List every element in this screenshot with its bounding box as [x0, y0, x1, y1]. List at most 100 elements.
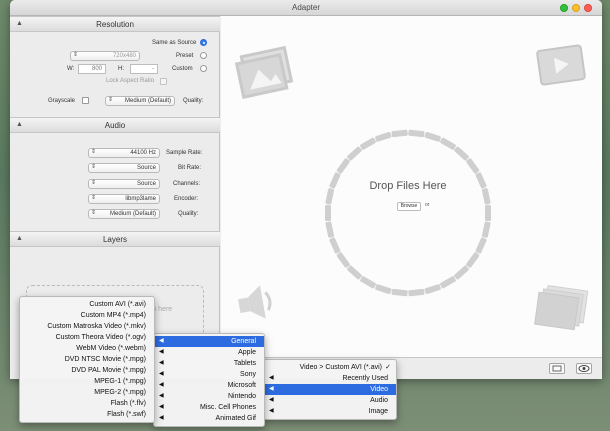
general-format-item[interactable]: Custom Matroska Video (*.mkv) — [20, 321, 154, 332]
video-category-item[interactable]: ◀ Microsoft — [154, 380, 264, 391]
general-format-item[interactable]: MPEG-1 (*.mpg) — [20, 376, 154, 387]
channels-label: Channels: — [173, 181, 201, 187]
video-category-item[interactable]: ◀ General — [154, 336, 264, 347]
resolution-header[interactable]: ▲ Resolution — [10, 16, 220, 32]
drop-ring-segment — [424, 131, 441, 142]
format-menu-item-label: Video > Custom AVI (*.avi) — [299, 364, 382, 371]
drop-area[interactable]: Drop Files Here Browse or — [221, 16, 602, 379]
subtitle-button[interactable] — [549, 363, 565, 374]
video-category-item-label: Animated Gif — [215, 415, 256, 422]
format-menu-item[interactable]: ◀ Recently Used — [264, 373, 396, 384]
encoder-value: libmp3lame — [125, 196, 156, 202]
same-as-source-radio[interactable] — [200, 39, 207, 46]
drop-ring-segment — [325, 188, 335, 205]
submenu-arrow-icon: ◀ — [269, 386, 274, 392]
submenu-arrow-icon: ◀ — [159, 371, 164, 377]
video-category-item[interactable]: ◀ Tablets — [154, 358, 264, 369]
format-menu-item[interactable]: ◀ Video — [264, 384, 396, 395]
general-format-item[interactable]: DVD PAL Movie (*.mpg) — [20, 365, 154, 376]
format-menu-item[interactable]: ◀ Image — [264, 406, 396, 417]
video-category-item[interactable]: ◀ Nintendo — [154, 391, 264, 402]
chevron-updown-icon: ⇕ — [91, 195, 97, 201]
submenu-arrow-icon: ◀ — [159, 393, 164, 399]
video-quality-select[interactable]: ⇕ Medium (Default) — [105, 96, 175, 106]
channels-value: Source — [136, 181, 156, 187]
general-format-item[interactable]: Custom AVI (*.avi) — [20, 299, 154, 310]
close-button[interactable] — [584, 4, 592, 12]
sample-rate-select[interactable]: ⇕ 44100 Hz — [88, 148, 160, 158]
custom-label: Custom — [172, 66, 193, 72]
audio-quality-value: Medium (Default) — [109, 211, 156, 217]
audio-quality-select[interactable]: ⇕ Medium (Default) — [88, 209, 160, 219]
general-format-item[interactable]: DVD NTSC Movie (*.mpg) — [20, 354, 154, 365]
lock-aspect-checkbox[interactable] — [160, 78, 167, 85]
general-format-item[interactable]: Flash (*.swf) — [20, 409, 154, 420]
zoom-button[interactable] — [560, 4, 568, 12]
audio-title: Audio — [104, 121, 126, 130]
general-format-item[interactable]: Custom Theora Video (*.ogv) — [20, 332, 154, 343]
general-format-item-label: Custom MP4 (*.mp4) — [80, 312, 146, 319]
general-format-item-label: WebM Video (*.webm) — [76, 345, 146, 352]
general-format-item[interactable]: MPEG-2 (*.mpg) — [20, 387, 154, 398]
drop-ring-segment — [475, 237, 487, 254]
general-format-item-label: Custom Theora Video (*.ogv) — [55, 334, 146, 341]
channels-select[interactable]: ⇕ Source — [88, 179, 160, 189]
drop-ring-segment — [391, 288, 408, 297]
submenu-arrow-icon: ◀ — [159, 360, 164, 366]
chevron-updown-icon: ⇕ — [91, 149, 97, 155]
submenu-arrow-icon: ◀ — [159, 415, 164, 421]
layers-header[interactable]: ▲ Layers — [10, 231, 220, 247]
drop-ring-segment — [336, 252, 350, 268]
video-category-item[interactable]: ◀ Apple — [154, 347, 264, 358]
chevron-updown-icon: ⇕ — [108, 97, 114, 103]
title-bar: Adapter — [10, 0, 602, 16]
video-category-item[interactable]: ◀ Sony — [154, 369, 264, 380]
drop-ring-segment — [325, 221, 335, 238]
preset-select[interactable]: ⇕ 720x480 — [70, 51, 140, 61]
same-as-source-label: Same as Source — [152, 40, 197, 46]
general-format-item[interactable]: WebM Video (*.webm) — [20, 343, 154, 354]
drop-ring-icon — [325, 129, 491, 297]
video-category-item-label: Sony — [240, 371, 256, 378]
general-format-item-label: Custom AVI (*.avi) — [89, 301, 146, 308]
video-category-item[interactable]: ◀ Animated Gif — [154, 413, 264, 424]
general-format-item[interactable]: Flash (*.flv) — [20, 398, 154, 409]
height-field[interactable]: - — [130, 64, 158, 74]
drop-ring-segment — [481, 221, 491, 238]
window-title: Adapter — [291, 3, 321, 12]
height-label: H: — [118, 66, 124, 72]
bit-rate-value: Source — [136, 165, 156, 171]
video-category-item-label: Misc. Cell Phones — [199, 404, 256, 411]
video-category-item-label: Nintendo — [227, 393, 256, 400]
video-category-item[interactable]: ◀ Misc. Cell Phones — [154, 402, 264, 413]
format-menu-item-label: Video — [370, 386, 388, 393]
drop-ring-segment — [375, 284, 392, 295]
drop-ring-segment — [454, 265, 469, 280]
grayscale-checkbox[interactable] — [82, 97, 89, 104]
chevron-updown-icon: ⇕ — [91, 210, 97, 216]
general-format-menu: Custom AVI (*.avi) Custom MP4 (*.mp4) Cust… — [19, 296, 155, 423]
bit-rate-select[interactable]: ⇕ Source — [88, 163, 160, 173]
browse-button[interactable]: Browse — [397, 202, 421, 211]
drop-ring-segment — [329, 172, 341, 189]
drop-ring-segment — [475, 172, 487, 189]
encoder-select[interactable]: ⇕ libmp3lame — [88, 194, 160, 204]
audio-header[interactable]: ▲ Audio — [10, 117, 220, 133]
preset-radio[interactable] — [200, 52, 207, 59]
minimize-button[interactable] — [572, 4, 580, 12]
width-field[interactable]: 800 — [78, 64, 106, 74]
format-menu-item[interactable]: ✓ Video > Custom AVI (*.avi) — [264, 362, 396, 373]
sample-rate-value: 44100 Hz — [130, 150, 156, 156]
general-format-item[interactable]: Custom MP4 (*.mp4) — [20, 310, 154, 321]
general-format-item-label: Custom Matroska Video (*.mkv) — [47, 323, 146, 330]
format-menu: ✓ Video > Custom AVI (*.avi) ◀ Recently Use… — [263, 359, 397, 420]
preview-button[interactable] — [576, 363, 592, 374]
general-format-item-label: DVD NTSC Movie (*.mpg) — [64, 356, 146, 363]
eye-icon — [578, 365, 590, 372]
preset-select-value: 720x480 — [112, 53, 136, 59]
layers-title: Layers — [102, 235, 127, 244]
format-menu-item[interactable]: ◀ Audio — [264, 395, 396, 406]
custom-radio[interactable] — [200, 65, 207, 72]
drop-ring-segment — [375, 131, 392, 142]
checkmark-icon: ✓ — [385, 364, 391, 371]
